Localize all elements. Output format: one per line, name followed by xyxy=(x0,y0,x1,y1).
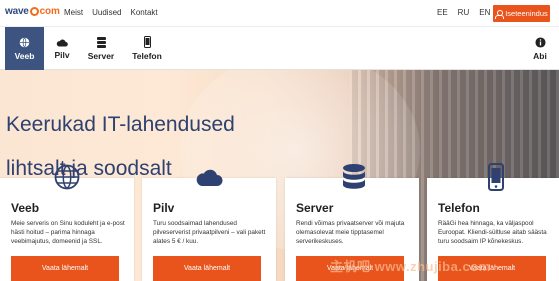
top-nav: Meist Uudised Kontakt xyxy=(64,8,158,17)
service-tab-veeb[interactable]: Veeb xyxy=(5,27,44,70)
lang-ee[interactable]: EE xyxy=(437,8,448,17)
card-text: RääGi hea hinnaga, ka väljaspool Euroopa… xyxy=(438,220,547,245)
globe-icon xyxy=(19,37,30,47)
help-button[interactable]: Abi xyxy=(528,27,552,70)
lang-ru[interactable]: RU xyxy=(458,8,470,17)
logo-text-right: com xyxy=(39,6,60,17)
watermark: 主机吧 www.zhujiba.com xyxy=(330,259,491,274)
service-tab-label: Telefon xyxy=(132,51,162,61)
hero-title-line-1: Keerukad IT-lahendused xyxy=(6,113,235,136)
nav-link-uudised[interactable]: Uudised xyxy=(92,8,121,17)
top-bar: wave com Meist Uudised Kontakt EE RU EN … xyxy=(0,0,559,27)
cloud-icon xyxy=(56,39,68,46)
wavecom-logo[interactable]: wave com xyxy=(5,6,60,17)
service-tab-telefon[interactable]: Telefon xyxy=(131,27,163,70)
service-nav: Veeb Pilv Server Telefon Abi xyxy=(0,27,559,70)
self-service-button[interactable]: Iseteenindus xyxy=(493,5,550,22)
user-icon xyxy=(495,9,505,19)
phone-icon xyxy=(143,36,151,48)
card-more-button[interactable]: Vaata lähemalt xyxy=(153,256,261,281)
server-icon xyxy=(339,162,369,192)
logo-text-left: wave xyxy=(5,6,29,17)
card-title: Telefon xyxy=(438,201,480,215)
service-card-pilv: Pilv Turu soodsaimad lahendused pilveser… xyxy=(142,178,276,281)
card-text: Rendi võimas privaatserver või majuta ol… xyxy=(296,220,405,245)
help-label: Abi xyxy=(533,50,547,61)
self-service-label: Iseteenindus xyxy=(505,9,548,18)
service-card-veeb: Veeb Meie serveris on Sinu koduleht ja e… xyxy=(0,178,134,281)
service-tab-pilv[interactable]: Pilv xyxy=(50,27,74,70)
service-tab-label: Server xyxy=(87,50,115,61)
server-icon xyxy=(96,36,106,48)
nav-link-kontakt[interactable]: Kontakt xyxy=(130,8,157,17)
language-switcher: EE RU EN xyxy=(437,8,490,17)
service-tab-server[interactable]: Server xyxy=(86,27,116,70)
info-icon xyxy=(534,36,546,48)
cloud-icon xyxy=(194,162,224,192)
service-tab-label: Veeb xyxy=(14,50,35,61)
logo-mark-icon xyxy=(29,7,39,16)
globe-icon xyxy=(52,162,82,192)
nav-link-meist[interactable]: Meist xyxy=(64,8,83,17)
service-tab-label: Pilv xyxy=(54,49,70,60)
card-text: Turu soodsaimad lahendused pilveserveris… xyxy=(153,220,266,245)
lang-en[interactable]: EN xyxy=(479,8,490,17)
card-more-button[interactable]: Vaata lähemalt xyxy=(11,256,119,281)
phone-icon xyxy=(481,162,511,192)
card-title: Pilv xyxy=(153,201,175,215)
card-text: Meie serveris on Sinu koduleht ja e-post… xyxy=(11,220,125,245)
card-title: Veeb xyxy=(11,201,40,215)
card-title: Server xyxy=(296,201,334,215)
